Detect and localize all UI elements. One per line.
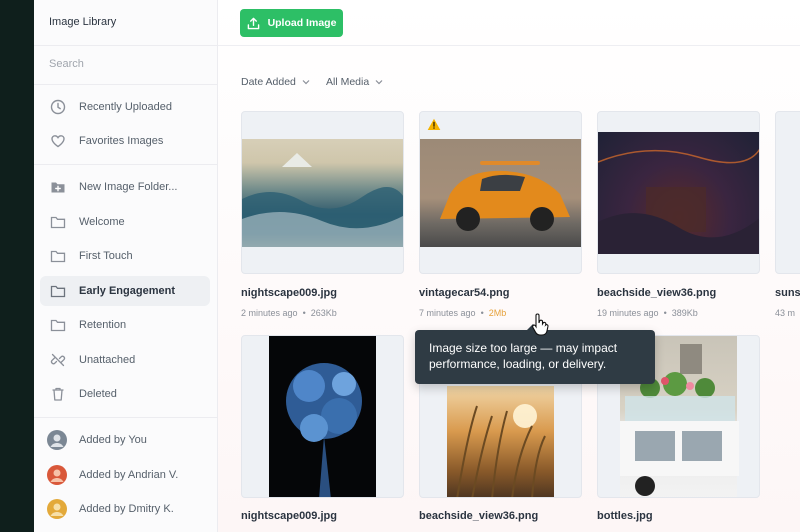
sidebar-item-early-engagement[interactable]: Early Engagement: [40, 276, 210, 306]
sidebar-item-label: New Image Folder...: [79, 181, 178, 193]
sidebar: Image Library Search Recently Uploaded F…: [34, 0, 218, 532]
image-filename: sunse: [775, 287, 800, 299]
image-card[interactable]: [241, 335, 404, 498]
file-size: 263Kb: [310, 308, 337, 318]
background-strip: [0, 0, 34, 532]
sort-label: Date Added: [241, 76, 296, 88]
upload-time: 19 minutes ago: [597, 308, 659, 318]
image-filename: bottles.jpg: [597, 510, 653, 522]
image-meta: 19 minutes ago • 389Kb: [597, 308, 698, 318]
heart-icon: [49, 132, 67, 150]
sidebar-item-label: Deleted: [79, 388, 117, 400]
image-meta: 2 minutes ago • 263Kb: [241, 308, 337, 318]
folder-icon: [49, 316, 67, 334]
sidebar-item-label: Welcome: [79, 216, 125, 228]
sidebar-item-unattached[interactable]: Unattached: [40, 345, 210, 375]
image-thumbnail: [447, 386, 554, 497]
search-input[interactable]: Search: [49, 58, 84, 70]
avatar: [47, 430, 67, 450]
divider: [34, 164, 218, 165]
meta-separator: •: [661, 308, 670, 318]
divider: [34, 84, 218, 85]
folder-icon: [49, 282, 67, 300]
sidebar-item-label: Added by You: [79, 434, 147, 446]
sidebar-item-retention[interactable]: Retention: [40, 310, 210, 340]
image-thumbnail: [598, 132, 759, 254]
trash-icon: [49, 385, 67, 403]
sidebar-item-label: Added by Dmitry K.: [79, 503, 174, 515]
unlink-icon: [49, 351, 67, 369]
chevron-down-icon: [302, 80, 310, 85]
sidebar-item-favorites[interactable]: Favorites Images: [40, 126, 210, 156]
clock-icon: [49, 98, 67, 116]
image-filename: beachside_view36.png: [419, 510, 539, 522]
sidebar-item-deleted[interactable]: Deleted: [40, 379, 210, 409]
sidebar-item-added-by-dmitry[interactable]: Added by Dmitry K.: [40, 494, 210, 524]
image-filename: vintagecar54.png: [419, 287, 510, 299]
media-filter-dropdown[interactable]: All Media: [326, 76, 383, 88]
image-filename: nightscape009.jpg: [241, 287, 337, 299]
avatar: [47, 465, 67, 485]
folder-plus-icon: [49, 178, 67, 196]
meta-separator: •: [478, 308, 487, 318]
sidebar-item-added-by-andrian[interactable]: Added by Andrian V.: [40, 460, 210, 490]
upload-image-button[interactable]: Upload Image: [240, 9, 343, 37]
image-card[interactable]: [419, 111, 582, 274]
upload-time: 43 m: [775, 308, 796, 318]
divider: [34, 417, 218, 418]
sidebar-item-label: Added by Andrian V.: [79, 469, 179, 481]
folder-icon: [49, 213, 67, 231]
sidebar-item-label: Retention: [79, 319, 127, 331]
file-size-tooltip: Image size too large — may impact perfor…: [415, 324, 655, 384]
sidebar-item-label: Early Engagement: [79, 285, 175, 297]
top-bar: Upload Image: [218, 0, 800, 46]
image-thumbnail: [242, 139, 403, 247]
sidebar-item-welcome[interactable]: Welcome: [40, 207, 210, 237]
folder-icon: [49, 247, 67, 265]
sidebar-item-recently-uploaded[interactable]: Recently Uploaded: [40, 92, 210, 122]
image-thumbnail: [420, 139, 581, 247]
sidebar-item-new-folder[interactable]: New Image Folder...: [40, 172, 210, 202]
meta-separator: •: [300, 308, 309, 318]
sidebar-item-label: Unattached: [79, 354, 136, 366]
media-filter-label: All Media: [326, 76, 370, 88]
upload-time: 2 minutes ago: [241, 308, 298, 318]
sidebar-item-added-by-you[interactable]: Added by You: [40, 425, 210, 455]
sidebar-item-label: Favorites Images: [79, 135, 164, 147]
sidebar-item-first-touch[interactable]: First Touch: [40, 241, 210, 271]
sidebar-title: Image Library: [49, 16, 117, 28]
warning-icon: [427, 118, 441, 130]
hand-cursor-icon: [532, 313, 549, 336]
image-meta: 43 m: [775, 308, 795, 318]
image-meta: 7 minutes ago • 2Mb: [419, 308, 506, 318]
main-content: Upload Image Date Added All Media nights…: [218, 0, 800, 532]
sidebar-item-label: Recently Uploaded: [79, 101, 172, 113]
sort-dropdown[interactable]: Date Added: [241, 76, 310, 88]
image-filename: nightscape009.jpg: [241, 510, 337, 522]
upload-time: 7 minutes ago: [419, 308, 476, 318]
app-window: Image Library Search Recently Uploaded F…: [34, 0, 800, 532]
sidebar-item-label: First Touch: [79, 250, 133, 262]
chevron-down-icon: [375, 80, 383, 85]
image-card[interactable]: [241, 111, 404, 274]
upload-icon: [247, 17, 259, 29]
image-card[interactable]: [775, 111, 800, 274]
file-size-warning[interactable]: 2Mb: [489, 308, 507, 318]
file-size: 389Kb: [671, 308, 698, 318]
divider: [34, 45, 218, 46]
image-thumbnail: [269, 336, 376, 497]
upload-button-label: Upload Image: [267, 17, 337, 29]
avatar: [47, 499, 67, 519]
image-filename: beachside_view36.png: [597, 287, 717, 299]
image-card[interactable]: [597, 111, 760, 274]
